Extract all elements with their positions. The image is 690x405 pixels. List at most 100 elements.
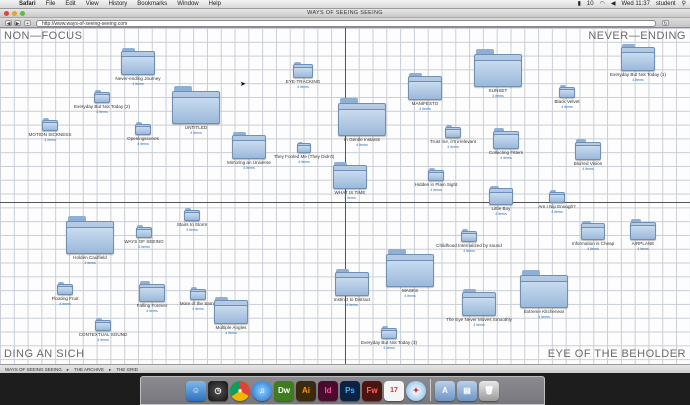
folder-item[interactable]: Floating Fruit 4 items bbox=[30, 282, 100, 306]
folder-item[interactable]: Everyday But Not Today (1) 4 items bbox=[603, 44, 673, 82]
ical-icon[interactable]: 17 bbox=[384, 381, 404, 401]
url-field[interactable]: http://www.ways-of-seeing-seeing.com bbox=[36, 19, 656, 27]
menu-view[interactable]: View bbox=[81, 0, 104, 9]
chrome-icon[interactable]: ● bbox=[230, 381, 250, 401]
volume-icon[interactable]: ◀ bbox=[611, 0, 616, 9]
folder-item[interactable]: The Eye Never Moves Smoothly 4 items bbox=[444, 289, 514, 327]
corner-label-bottom-right: EYE OF THE BEHOLDER bbox=[547, 348, 686, 360]
folder-item[interactable]: CONTEXTUAL SOUND 4 items bbox=[68, 318, 138, 342]
close-window-icon[interactable] bbox=[4, 11, 9, 16]
zoom-window-icon[interactable] bbox=[20, 11, 25, 16]
path-item-grid[interactable]: THE GRID bbox=[116, 365, 138, 373]
folder-item[interactable]: EYE-TRACKING 4 items bbox=[268, 62, 338, 89]
spotlight-icon[interactable]: ⚲ bbox=[682, 0, 686, 9]
folder-item-count: 4 items bbox=[383, 345, 395, 350]
folder-item[interactable]: Hidden in Plain Sight 4 items bbox=[401, 168, 471, 192]
folder-item-count: 4 items bbox=[632, 77, 644, 82]
folder-item-count: 4 items bbox=[138, 244, 150, 249]
folder-item[interactable]: MANIFESTO 4 items bbox=[390, 73, 460, 111]
reload-icon[interactable]: ↻ bbox=[662, 20, 669, 27]
folder-name: They Fooled Me (They Didn't) bbox=[273, 154, 335, 159]
menu-history[interactable]: History bbox=[104, 0, 133, 9]
fireworks-icon[interactable]: Fw bbox=[362, 381, 382, 401]
folder-item-count: 4 items bbox=[538, 314, 550, 319]
folder-icon bbox=[428, 168, 444, 181]
folder-item[interactable]: Everyday But Not Today (3) 4 items bbox=[354, 326, 424, 350]
folder-name: Everyday But Not Today (2) bbox=[73, 104, 131, 109]
folder-icon bbox=[57, 282, 73, 295]
folder-item[interactable]: Extreme Kitchenear 4 items bbox=[509, 270, 579, 319]
itunes-icon[interactable]: ♫ bbox=[252, 381, 272, 401]
folder-icon bbox=[549, 190, 565, 203]
wifi-icon[interactable]: ◠ bbox=[600, 0, 605, 9]
folder-item-count: 4 items bbox=[637, 246, 649, 251]
folder-item[interactable]: Blurred Vision 4 items bbox=[553, 139, 623, 171]
finder-icon[interactable]: ☺ bbox=[186, 381, 206, 401]
folder-item-count: 4 items bbox=[346, 302, 358, 307]
menu-help[interactable]: Help bbox=[204, 0, 226, 9]
documents-folder-icon[interactable]: ▤ bbox=[457, 381, 477, 401]
path-item-root[interactable]: WAYS OF SEEING SEEING bbox=[5, 365, 62, 373]
menu-window[interactable]: Window bbox=[172, 0, 203, 9]
folder-item[interactable]: Openingscenes 4 items bbox=[108, 122, 178, 146]
applications-folder-icon[interactable]: A bbox=[435, 381, 455, 401]
window-controls bbox=[4, 11, 25, 16]
folder-item[interactable]: Multiple Angles 4 items bbox=[196, 297, 266, 335]
menu-bookmarks[interactable]: Bookmarks bbox=[132, 0, 172, 9]
user-name[interactable]: student bbox=[656, 0, 676, 9]
folder-item[interactable]: Black Velvet 4 items bbox=[532, 85, 602, 109]
folder-name: The Eye Never Moves Smoothly bbox=[446, 317, 512, 322]
folder-item[interactable]: WHAT IS TIME 4 items bbox=[315, 162, 385, 200]
folder-icon bbox=[184, 208, 200, 221]
folder-icon bbox=[381, 326, 397, 339]
forward-arrow-icon[interactable]: ▶ bbox=[14, 20, 21, 27]
folder-item[interactable]: Falling Forever 4 items bbox=[117, 281, 187, 313]
path-separator-icon: ▸ bbox=[66, 367, 70, 372]
back-arrow-icon[interactable]: ◀ bbox=[5, 20, 12, 27]
folder-item[interactable]: AIRPLANE 4 items bbox=[608, 219, 678, 251]
folder-icon bbox=[66, 216, 114, 254]
folder-grid-canvas: NON—FOCUS NEVER—ENDING DING AN SICH EYE … bbox=[0, 28, 690, 364]
folder-item-count: 4 items bbox=[419, 106, 431, 111]
clock[interactable]: Wed 11:37 bbox=[621, 0, 649, 9]
folder-item[interactable]: SUNSET 4 items bbox=[463, 49, 533, 98]
menu-file[interactable]: File bbox=[41, 0, 61, 9]
photoshop-icon[interactable]: Ps bbox=[340, 381, 360, 401]
folder-icon bbox=[408, 73, 442, 100]
folder-item[interactable]: MASKS 4 items bbox=[375, 249, 445, 298]
dreamweaver-icon[interactable]: Dw bbox=[274, 381, 294, 401]
folder-item[interactable]: WAYS OF SEEING 4 items bbox=[109, 225, 179, 249]
folder-item[interactable]: Am I Nip Enough? 4 items bbox=[522, 190, 592, 214]
folder-icon bbox=[575, 139, 601, 160]
menu-safari[interactable]: Safari bbox=[14, 0, 41, 9]
folder-item[interactable]: Collecting Fitters 4 items bbox=[471, 128, 541, 160]
folder-icon bbox=[445, 125, 461, 138]
folder-item[interactable]: They Fooled Me (They Didn't) 4 items bbox=[269, 142, 339, 164]
folder-icon bbox=[297, 142, 311, 153]
folder-item[interactable]: Never-ending Journey 4 items bbox=[103, 48, 173, 86]
minimize-window-icon[interactable] bbox=[12, 11, 17, 16]
indesign-icon[interactable]: Id bbox=[318, 381, 338, 401]
trash-icon[interactable]: 🗑 bbox=[479, 381, 499, 401]
window-title: WAYS OF SEEING SEEING bbox=[307, 10, 383, 16]
folder-icon bbox=[95, 318, 111, 331]
folder-icon bbox=[293, 62, 313, 78]
folder-item-count: 4 items bbox=[404, 293, 416, 298]
corner-label-top-left: NON—FOCUS bbox=[4, 30, 83, 42]
battery-level: 10 bbox=[586, 1, 594, 7]
safari-icon[interactable]: ✦ bbox=[406, 381, 426, 401]
window-titlebar: WAYS OF SEEING SEEING bbox=[0, 9, 690, 18]
battery-icon[interactable]: ▮ bbox=[578, 0, 581, 9]
dashboard-icon[interactable]: ◷ bbox=[208, 381, 228, 401]
folder-icon bbox=[630, 219, 656, 240]
path-item-archive[interactable]: THE ARCHIVE bbox=[74, 365, 104, 373]
folder-item[interactable]: MOTION SICKNESS 4 items bbox=[15, 118, 85, 142]
folder-icon bbox=[581, 221, 605, 240]
folder-item[interactable]: In Gentle Instants 4 items bbox=[327, 98, 397, 147]
folder-item-count: 4 items bbox=[59, 301, 71, 306]
folder-item[interactable]: Everyday But Not Today (2) 4 items bbox=[67, 90, 137, 114]
illustrator-icon[interactable]: Ai bbox=[296, 381, 316, 401]
menu-edit[interactable]: Edit bbox=[60, 0, 80, 9]
folder-item-count: 4 items bbox=[84, 260, 96, 265]
add-bookmark-icon[interactable]: + bbox=[24, 20, 31, 27]
